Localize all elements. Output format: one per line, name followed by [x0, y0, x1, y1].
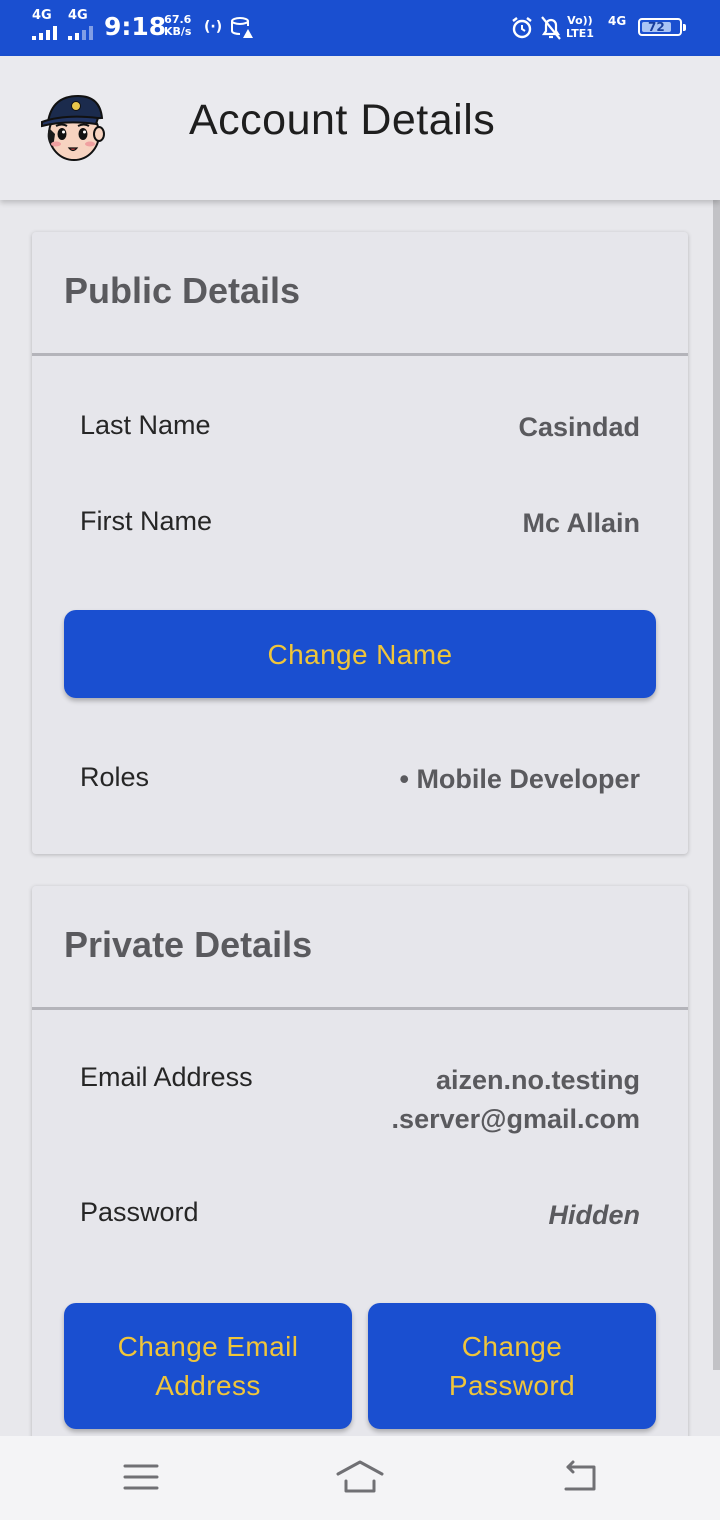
volte-label: Vo)): [567, 14, 593, 27]
private-details-title: Private Details: [64, 924, 313, 965]
menu-icon: [123, 1464, 159, 1490]
email-address-line-2: .server@gmail.com: [391, 1104, 640, 1134]
notifications-off-icon: [541, 16, 561, 40]
change-name-button[interactable]: Change Name: [64, 610, 656, 698]
home-button[interactable]: [335, 1454, 385, 1500]
data-saver-icon: [231, 17, 253, 38]
network-type-3: 4G: [608, 14, 627, 28]
account-details-content[interactable]: Public Details Last Name Casindad First …: [0, 200, 720, 1436]
status-bar: 4G 4G 9:18 67.6 KB/s (·) Vo)) LTE1 4G 72: [0, 0, 720, 56]
home-icon: [336, 1460, 384, 1493]
hotspot-icon: (·): [204, 19, 223, 35]
back-button[interactable]: [554, 1454, 604, 1500]
lte-label: LTE1: [566, 27, 594, 40]
password-label: Password: [80, 1197, 199, 1227]
app-bar: Account Details: [0, 56, 720, 200]
change-password-label: Change Password: [449, 1327, 575, 1405]
volte-indicator: Vo)) LTE1: [566, 14, 594, 40]
scrollbar[interactable]: [713, 200, 720, 1370]
network-speed: 67.6 KB/s: [164, 14, 191, 38]
first-name-value: Mc Allain: [522, 508, 640, 538]
menu-button[interactable]: [116, 1454, 166, 1500]
system-navigation-bar: [0, 1436, 720, 1520]
change-email-line-2: Address: [155, 1370, 261, 1401]
last-name-value: Casindad: [518, 412, 640, 442]
change-password-line-2: Password: [448, 1370, 576, 1401]
public-details-title: Public Details: [64, 270, 301, 311]
network-type-2: 4G: [68, 8, 88, 23]
page-title: Account Details: [189, 96, 496, 144]
first-name-label: First Name: [80, 506, 213, 536]
signal-icon: [32, 26, 58, 40]
email-address-label: Email Address: [80, 1062, 253, 1092]
password-value: Hidden: [548, 1200, 641, 1230]
cartoon-avatar-icon[interactable]: [38, 92, 108, 164]
card-header: Private Details: [32, 886, 688, 1010]
battery-level: 72: [642, 22, 671, 32]
alarm-icon: [512, 17, 532, 39]
private-details-card: Private Details Email Address aizen.no.t…: [32, 886, 688, 1436]
roles-label: Roles: [80, 762, 150, 792]
clock: 9:18: [104, 12, 167, 41]
battery-icon: 72: [638, 18, 686, 36]
roles-value: • Mobile Developer: [399, 764, 640, 794]
card-header: Public Details: [32, 232, 688, 356]
public-details-card: Public Details Last Name Casindad First …: [32, 232, 688, 854]
signal-weak-icon: [68, 26, 94, 40]
last-name-label: Last Name: [80, 410, 211, 440]
network-type-1: 4G: [32, 8, 52, 23]
email-address-line-1: aizen.no.testing: [435, 1065, 640, 1095]
email-address-value: aizen.no.testing .server@gmail.com: [392, 1061, 640, 1139]
network-speed-unit: KB/s: [164, 25, 192, 38]
change-email-address-button[interactable]: Change Email Address: [64, 1303, 352, 1429]
change-email-label: Change Email Address: [118, 1327, 299, 1405]
change-password-button[interactable]: Change Password: [368, 1303, 656, 1429]
change-email-line-1: Change Email: [117, 1331, 299, 1362]
back-icon: [564, 1460, 596, 1491]
change-password-line-1: Change: [461, 1331, 563, 1362]
